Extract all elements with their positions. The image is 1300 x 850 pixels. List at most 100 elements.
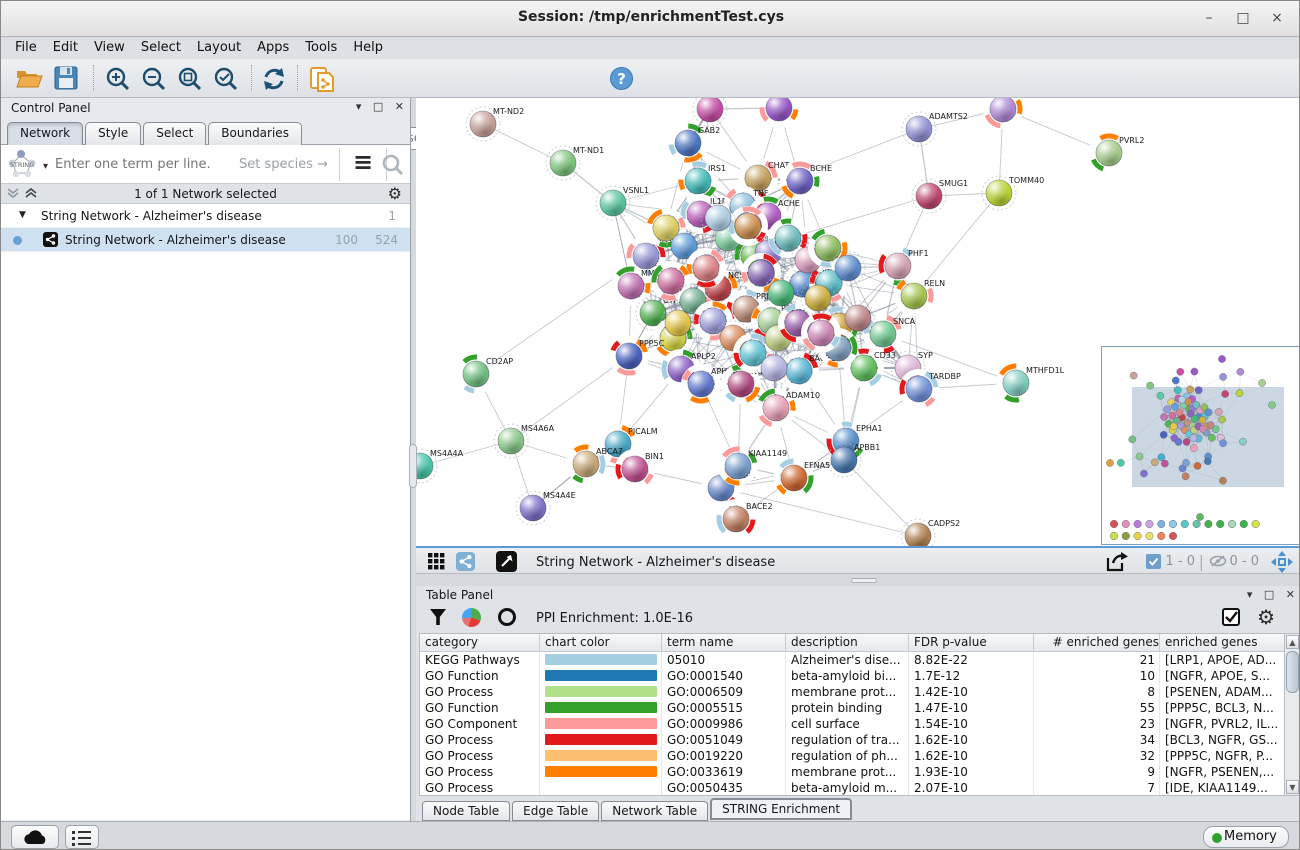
scroll-up-icon[interactable]: ▲ <box>1286 635 1299 649</box>
string-logo-icon[interactable]: STRING ▾ <box>5 147 49 181</box>
menu-edit[interactable]: Edit <box>45 38 86 59</box>
task-list-button[interactable] <box>65 825 99 849</box>
table-row[interactable]: GO ProcessGO:0006509membrane prot...1.42… <box>420 684 1297 700</box>
help-icon[interactable]: ? <box>609 66 639 94</box>
menu-help[interactable]: Help <box>345 38 391 59</box>
table-row[interactable]: GO ProcessGO:0019220regulation of ph...1… <box>420 748 1297 764</box>
table-row[interactable]: GO ComponentGO:0009986cell surface1.54E-… <box>420 716 1297 732</box>
network-node[interactable]: CADPS2 <box>901 519 960 546</box>
panel-menu-icon[interactable]: ▾ <box>1247 588 1253 601</box>
table-scrollbar[interactable]: ▲ ▼ <box>1284 633 1300 796</box>
menu-view[interactable]: View <box>86 38 133 59</box>
tab-style[interactable]: Style <box>85 122 141 145</box>
maximize-icon[interactable]: □ <box>1229 7 1257 29</box>
network-share-doc-icon[interactable] <box>307 65 337 93</box>
filter-icon[interactable] <box>430 609 447 626</box>
column-header[interactable]: chart color <box>540 634 662 651</box>
network-node[interactable] <box>693 98 727 126</box>
panel-float-icon[interactable]: □ <box>373 100 383 113</box>
network-node[interactable]: ADAMTS2 <box>902 112 968 146</box>
scroll-down-icon[interactable]: ▼ <box>1286 780 1299 794</box>
open-session-icon[interactable] <box>15 65 45 93</box>
network-node[interactable]: TOMM40 <box>982 176 1044 210</box>
zoom-selected-icon[interactable] <box>211 65 241 93</box>
memory-button[interactable]: Memory <box>1203 826 1289 848</box>
network-node[interactable]: MS4A4E <box>516 491 576 525</box>
birdseye-view[interactable] <box>1101 346 1300 545</box>
birdseye-toggle-icon[interactable] <box>1271 551 1293 573</box>
save-session-icon[interactable] <box>53 65 83 93</box>
string-search-icon[interactable] <box>381 153 405 177</box>
tab-select[interactable]: Select <box>143 122 206 145</box>
hidden-eye-icon[interactable] <box>1209 554 1227 568</box>
panel-menu-icon[interactable]: ▾ <box>356 100 362 113</box>
tree-collapse-icon[interactable]: ▼ <box>19 210 26 220</box>
network-row[interactable]: String Network - Alzheimer's disease 100… <box>1 228 410 252</box>
select-all-check-icon[interactable] <box>1222 608 1241 627</box>
string-options-icon[interactable]: ≡ <box>339 148 387 181</box>
column-header[interactable]: # enriched genes <box>1034 634 1160 651</box>
minimize-icon[interactable]: – <box>1195 7 1223 29</box>
tab-string-enrichment[interactable]: STRING Enrichment <box>710 798 852 820</box>
table-row[interactable]: KEGG Pathways05010Alzheimer's dise...8.8… <box>420 652 1297 668</box>
network-collection-row[interactable]: ▼ String Network - Alzheimer's disease 1 <box>1 204 410 228</box>
tab-node-table[interactable]: Node Table <box>422 801 510 821</box>
panel-close-icon[interactable]: ✕ <box>1286 588 1295 601</box>
column-header[interactable]: FDR p-value <box>909 634 1034 651</box>
column-header[interactable]: enriched genes <box>1160 634 1297 651</box>
network-node[interactable]: EFNA5 <box>770 454 830 502</box>
table-row[interactable]: GO ProcessGO:0051049regulation of tra...… <box>420 732 1297 748</box>
open-in-window-icon[interactable] <box>496 551 517 572</box>
network-node[interactable]: PPP5C <box>606 333 665 379</box>
menu-apps[interactable]: Apps <box>249 38 297 59</box>
tab-network-table[interactable]: Network Table <box>601 801 708 821</box>
menu-file[interactable]: File <box>7 38 45 59</box>
tab-boundaries[interactable]: Boundaries <box>208 122 302 145</box>
panel-close-icon[interactable]: ✕ <box>395 100 404 113</box>
table-row[interactable]: GO FunctionGO:0005515protein binding1.47… <box>420 700 1297 716</box>
panel-divider-handle[interactable] <box>409 444 417 488</box>
network-canvas[interactable]: MT-ND2 MT-ND1 VSNL1 GAB2 ADAMTS2 SMUG1 TOMM40 P… <box>416 98 1300 546</box>
selected-checkbox-icon[interactable] <box>1146 554 1161 569</box>
network-node[interactable]: CD2AP <box>452 350 513 398</box>
network-node[interactable]: MT-ND2 <box>466 107 524 141</box>
ring-chart-icon[interactable] <box>498 608 516 626</box>
tab-network[interactable]: Network <box>7 122 83 145</box>
zoom-in-icon[interactable] <box>103 65 133 93</box>
table-row[interactable]: GO ProcessGO:0050435beta-amyloid m...2.0… <box>420 780 1297 796</box>
table-row[interactable]: GO ProcessGO:0033619membrane prot...1.93… <box>420 764 1297 780</box>
network-node[interactable]: PVRL2 <box>1086 130 1145 176</box>
pie-chart-icon[interactable] <box>462 608 481 627</box>
network-node[interactable]: MT-ND1 <box>546 146 604 180</box>
horizontal-splitter[interactable] <box>416 575 1300 586</box>
column-header[interactable]: description <box>786 634 909 651</box>
export-network-icon[interactable] <box>1104 550 1129 574</box>
close-icon[interactable]: × <box>1263 7 1291 29</box>
network-node[interactable]: MS4A4A <box>416 449 464 483</box>
network-node[interactable]: MS4A6A <box>494 424 555 458</box>
grid-view-icon[interactable] <box>428 553 445 570</box>
menu-tools[interactable]: Tools <box>297 38 345 59</box>
tab-edge-table[interactable]: Edge Table <box>512 801 599 821</box>
table-row[interactable]: GO FunctionGO:0001540beta-amyloid bi...1… <box>420 668 1297 684</box>
zoom-out-icon[interactable] <box>139 65 169 93</box>
network-options-gear-icon[interactable]: ⚙ <box>388 184 402 203</box>
menu-layout[interactable]: Layout <box>189 38 249 59</box>
network-node[interactable]: SMUG1 <box>912 179 968 213</box>
network-node[interactable]: VSNL1 <box>596 186 649 220</box>
panel-float-icon[interactable]: □ <box>1264 588 1274 601</box>
scroll-thumb[interactable] <box>1286 651 1299 693</box>
column-header[interactable]: category <box>420 634 540 651</box>
cloud-tasks-button[interactable] <box>11 825 59 849</box>
menu-select[interactable]: Select <box>133 38 189 59</box>
table-settings-gear-icon[interactable]: ⚙ <box>1257 605 1275 629</box>
network-node[interactable]: MTHFD1L <box>993 360 1065 406</box>
string-view-icon[interactable] <box>456 552 475 571</box>
column-header[interactable]: term name <box>662 634 786 651</box>
network-node[interactable] <box>755 98 803 132</box>
set-species-label[interactable]: Set species → <box>239 157 328 172</box>
zoom-fit-icon[interactable] <box>175 65 205 93</box>
refresh-icon[interactable] <box>259 65 289 93</box>
network-node[interactable]: ABCA7 <box>562 440 623 488</box>
network-node[interactable]: GAB2 <box>664 119 720 167</box>
